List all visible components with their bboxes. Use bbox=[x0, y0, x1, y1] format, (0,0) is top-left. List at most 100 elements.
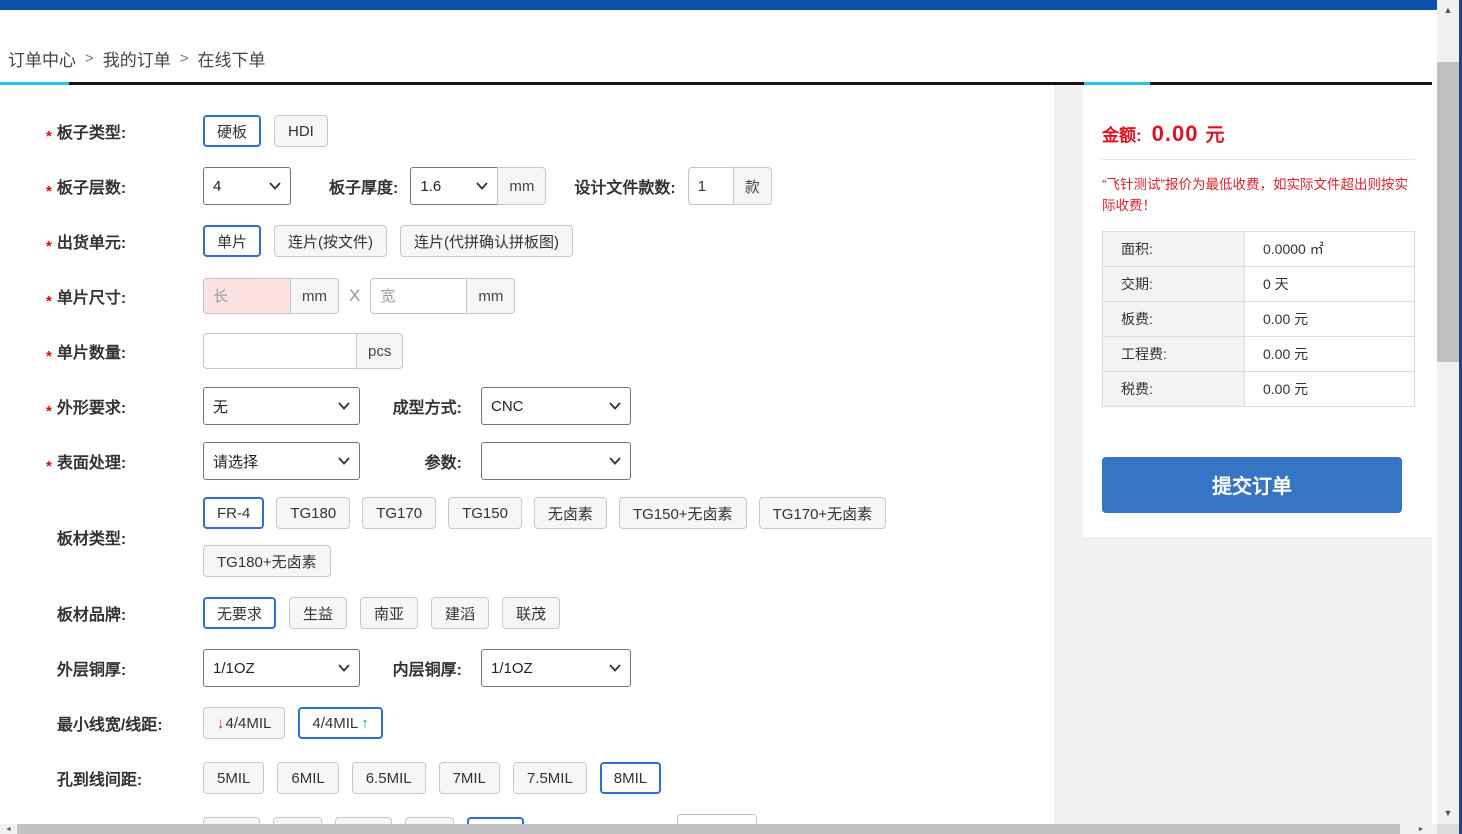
material-type-option-tg180-halogen-free[interactable]: TG180+无卤素 bbox=[203, 545, 331, 577]
required-asterisk: * bbox=[46, 293, 52, 310]
material-brand-option-itec[interactable]: 联茂 bbox=[502, 597, 560, 629]
inner-copper-select[interactable]: 1/1OZ bbox=[481, 649, 631, 687]
hole-to-line-option-7mil[interactable]: 7MIL bbox=[439, 762, 500, 794]
required-asterisk: * bbox=[46, 238, 52, 255]
material-type-option-tg180[interactable]: TG180 bbox=[276, 497, 350, 529]
scroll-down-arrow-icon[interactable]: ▼ bbox=[1437, 804, 1459, 822]
material-type-option-halogen-free[interactable]: 无卤素 bbox=[534, 497, 607, 529]
material-brand-option-kingboard[interactable]: 建滔 bbox=[431, 597, 489, 629]
label-text: 外层铜厚: bbox=[57, 662, 126, 679]
hole-to-line-option-7-5mil[interactable]: 7.5MIL bbox=[513, 762, 587, 794]
breadcrumb-underline bbox=[0, 82, 1432, 85]
area-label: 面积: bbox=[1103, 231, 1245, 266]
label-text: 板材品牌: bbox=[57, 607, 126, 624]
board-type-options: 硬板 HDI bbox=[203, 115, 328, 147]
outer-copper-select[interactable]: 1/1OZ bbox=[203, 649, 360, 687]
label-text: 单片数量: bbox=[57, 345, 126, 362]
breadcrumb-my-orders[interactable]: 我的订单 bbox=[103, 46, 171, 71]
piece-qty-label: *单片数量: bbox=[46, 339, 203, 363]
board-type-option-rigid[interactable]: 硬板 bbox=[203, 115, 261, 147]
browser-viewport: 订单中心 > 我的订单 > 在线下单 *板子类型: 硬板 HDI bbox=[0, 0, 1462, 834]
piece-size-controls: mm X mm bbox=[203, 278, 515, 314]
ship-unit-option-panel-by-file[interactable]: 连片(按文件) bbox=[274, 225, 387, 257]
outer-copper-label: *外层铜厚: bbox=[46, 656, 203, 680]
table-row: 税费: 0.00 元 bbox=[1103, 371, 1415, 406]
order-page: 订单中心 > 我的订单 > 在线下单 *板子类型: 硬板 HDI bbox=[0, 0, 1437, 834]
form-row-ship-unit: * 出货单元: 单片 连片(按文件) 连片(代拼确认拼板图) bbox=[46, 222, 1054, 260]
board-fee-label: 板费: bbox=[1103, 301, 1245, 336]
breadcrumb-order-center[interactable]: 订单中心 bbox=[8, 46, 76, 71]
piece-length-input[interactable] bbox=[203, 278, 291, 314]
hole-to-line-option-6mil[interactable]: 6MIL bbox=[277, 762, 338, 794]
form-row-copper: *外层铜厚: 1/1OZ 内层铜厚: 1/1OZ bbox=[46, 649, 1054, 687]
file-count-input[interactable] bbox=[688, 167, 734, 205]
piece-qty-input[interactable] bbox=[203, 333, 357, 369]
piece-width-input[interactable] bbox=[370, 278, 467, 314]
outline-select[interactable]: 无 bbox=[203, 387, 360, 425]
label-text: 板子层数: bbox=[57, 180, 126, 197]
material-type-option-tg170-halogen-free[interactable]: TG170+无卤素 bbox=[759, 497, 887, 529]
form-row-material-brand: *板材品牌: 无要求 生益 南亚 建滔 联茂 bbox=[46, 594, 1054, 632]
label-text: 板材类型: bbox=[57, 531, 126, 548]
size-separator: X bbox=[349, 286, 360, 306]
chevron-down-icon bbox=[338, 402, 350, 410]
form-row-piece-size: *单片尺寸: mm X mm bbox=[46, 277, 1054, 315]
underline-accent-right bbox=[1084, 82, 1150, 85]
scroll-left-arrow-icon[interactable]: ◄ bbox=[0, 824, 17, 834]
material-type-option-tg150[interactable]: TG150 bbox=[448, 497, 522, 529]
min-trace-option-below[interactable]: ↓4/4MIL bbox=[203, 707, 285, 739]
chevron-down-icon bbox=[476, 182, 488, 190]
material-type-option-fr4[interactable]: FR-4 bbox=[203, 497, 264, 529]
board-fee-value: 0.00 元 bbox=[1245, 301, 1415, 336]
scroll-up-arrow-icon[interactable]: ▲ bbox=[1437, 0, 1459, 20]
table-row: 面积: 0.0000 ㎡ bbox=[1103, 231, 1415, 266]
surface-param-select[interactable] bbox=[481, 442, 631, 480]
price-breakdown-table: 面积: 0.0000 ㎡ 交期: 0 天 板费: 0.00 元 bbox=[1102, 231, 1415, 407]
submit-order-button[interactable]: 提交订单 bbox=[1102, 457, 1402, 513]
order-form: *板子类型: 硬板 HDI *板子层数: 4 板子厚度: bbox=[0, 85, 1054, 834]
thickness-select[interactable]: 1.6 bbox=[410, 167, 498, 205]
hole-to-line-option-8mil[interactable]: 8MIL bbox=[600, 762, 661, 794]
hole-to-line-options: 5MIL 6MIL 6.5MIL 7MIL 7.5MIL 8MIL bbox=[203, 762, 661, 794]
required-asterisk: * bbox=[46, 403, 52, 420]
form-row-layers-thickness: *板子层数: 4 板子厚度: 1.6 mm 设计文件款数: bbox=[46, 167, 1054, 205]
amount-value: 0.00 bbox=[1152, 121, 1199, 147]
material-type-option-tg150-halogen-free[interactable]: TG150+无卤素 bbox=[619, 497, 747, 529]
ship-unit-option-single[interactable]: 单片 bbox=[203, 225, 261, 257]
ship-unit-option-panel-confirm[interactable]: 连片(代拼确认拼板图) bbox=[400, 225, 573, 257]
material-type-option-tg170[interactable]: TG170 bbox=[362, 497, 436, 529]
label-text: 孔到线间距: bbox=[57, 772, 142, 789]
layers-controls: 4 板子厚度: 1.6 mm 设计文件款数: 款 bbox=[203, 167, 772, 205]
vertical-scrollbar[interactable]: ▲ ▼ bbox=[1437, 0, 1459, 834]
table-row: 板费: 0.00 元 bbox=[1103, 301, 1415, 336]
horizontal-scrollbar[interactable]: ◄ ► bbox=[0, 824, 1437, 834]
board-type-option-hdi[interactable]: HDI bbox=[274, 115, 328, 147]
forming-select[interactable]: CNC bbox=[481, 387, 631, 425]
breadcrumb-online-order[interactable]: 在线下单 bbox=[198, 46, 266, 71]
file-count-unit: 款 bbox=[733, 167, 772, 205]
flying-probe-notice: “飞针测试”报价为最低收费，如实际文件超出则按实际收费！ bbox=[1102, 175, 1415, 217]
label-text: 出货单元: bbox=[57, 235, 126, 252]
surface-value: 请选择 bbox=[213, 451, 258, 472]
material-brand-option-nanya[interactable]: 南亚 bbox=[360, 597, 418, 629]
scrollbar-corner bbox=[1437, 824, 1459, 834]
material-type-label: *板材类型: bbox=[46, 525, 203, 549]
table-row: 交期: 0 天 bbox=[1103, 266, 1415, 301]
min-trace-option-above[interactable]: 4/4MIL↑ bbox=[298, 707, 382, 739]
area-value: 0.0000 ㎡ bbox=[1245, 231, 1415, 266]
material-brand-label: *板材品牌: bbox=[46, 601, 203, 625]
hole-to-line-option-5mil[interactable]: 5MIL bbox=[203, 762, 264, 794]
hole-to-line-option-6-5mil[interactable]: 6.5MIL bbox=[352, 762, 426, 794]
material-brand-option-any[interactable]: 无要求 bbox=[203, 597, 276, 629]
tax-fee-label: 税费: bbox=[1103, 371, 1245, 406]
piece-qty-unit: pcs bbox=[356, 333, 403, 369]
vertical-scrollbar-thumb[interactable] bbox=[1437, 62, 1459, 362]
inner-copper-value: 1/1OZ bbox=[491, 660, 533, 677]
layers-select[interactable]: 4 bbox=[203, 167, 291, 205]
material-brand-option-shengyi[interactable]: 生益 bbox=[289, 597, 347, 629]
horizontal-scrollbar-thumb[interactable] bbox=[17, 824, 1400, 834]
breadcrumb-separator: > bbox=[85, 50, 94, 67]
engineering-fee-value: 0.00 元 bbox=[1245, 336, 1415, 371]
surface-select[interactable]: 请选择 bbox=[203, 442, 360, 480]
scroll-right-arrow-icon[interactable]: ► bbox=[1409, 824, 1433, 834]
